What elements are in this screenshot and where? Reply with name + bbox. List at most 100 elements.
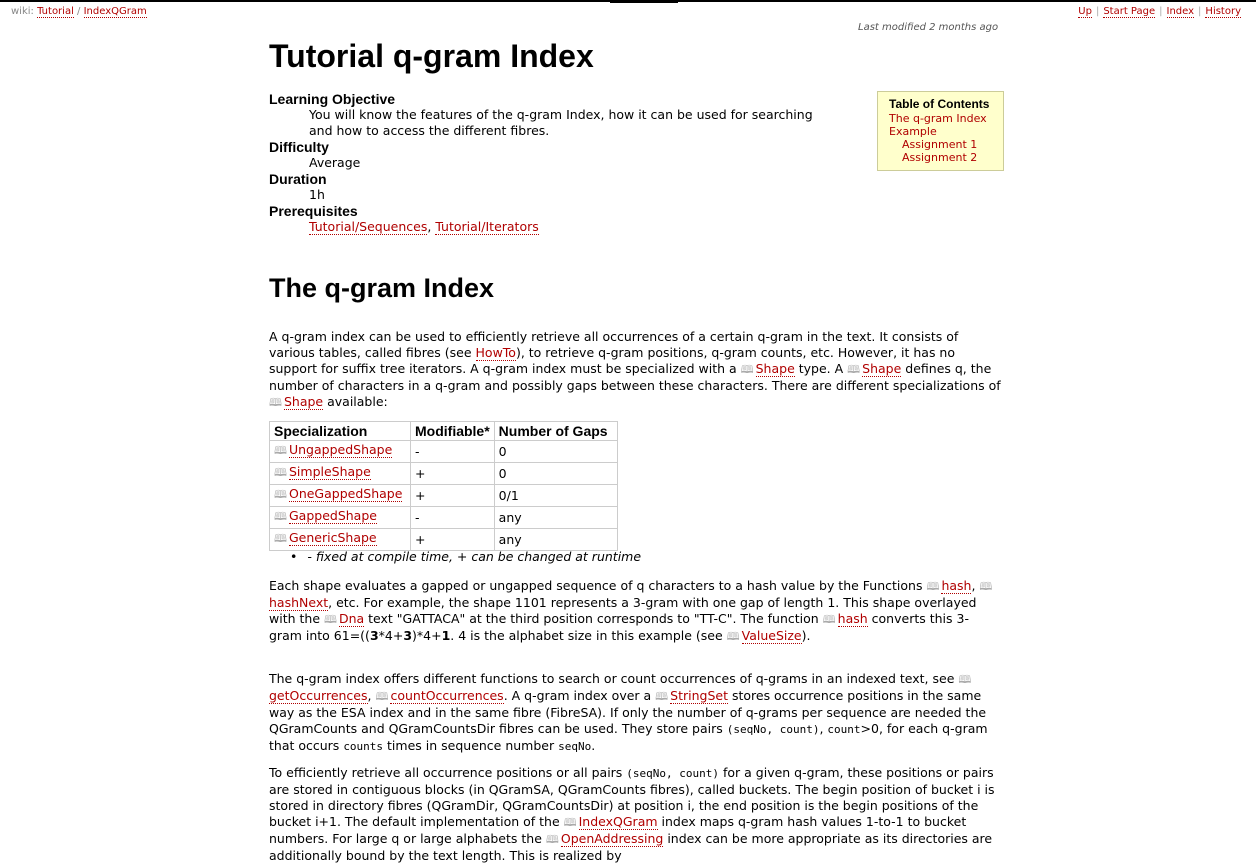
book-icon: 🕮 xyxy=(822,613,836,626)
table-cell: 🕮 GappedShape xyxy=(269,506,411,529)
book-icon: 🕮 xyxy=(726,630,740,643)
hashnext-link[interactable]: hashNext xyxy=(269,595,329,611)
breadcrumb-prefix: wiki: xyxy=(11,6,34,17)
main-content: Tutorial q-gram Index xyxy=(269,34,1005,78)
table-cell: + xyxy=(410,528,495,551)
book-icon: 🕮 xyxy=(979,580,993,593)
column-header: Number of Gaps xyxy=(493,421,618,441)
prerequisites-label: Prerequisites xyxy=(269,203,358,219)
nav-separator: | xyxy=(1095,6,1100,17)
text: ). xyxy=(801,628,811,643)
prereq-separator: , xyxy=(427,219,432,234)
nav-separator: | xyxy=(1159,6,1163,17)
onegappedshape-link[interactable]: OneGappedShape xyxy=(288,486,403,502)
table-row: 🕮 GenericShape + any xyxy=(269,528,618,551)
simpleshape-link[interactable]: SimpleShape xyxy=(288,464,371,480)
breadcrumb-indexqgram-link[interactable]: IndexQGram xyxy=(83,6,147,18)
prerequisites-value: Tutorial/Sequences, Tutorial/Iterators xyxy=(309,219,869,235)
book-icon: 🕮 xyxy=(847,363,861,376)
text: times in sequence number xyxy=(383,738,559,753)
book-icon: 🕮 xyxy=(323,613,337,626)
hash-link[interactable]: hash xyxy=(837,611,868,627)
nav-history-link[interactable]: History xyxy=(1205,6,1241,18)
table-header-row: Specialization Modifiable* Number of Gap… xyxy=(269,421,618,441)
shape-link[interactable]: Shape xyxy=(755,361,795,377)
toc-item-assignment-2[interactable]: Assignment 2 xyxy=(889,151,1003,164)
text: The q-gram index offers different functi… xyxy=(269,671,959,686)
duration-value: 1h xyxy=(309,187,325,202)
book-icon: 🕮 xyxy=(655,690,669,703)
objective-label: Learning Objective xyxy=(269,91,396,107)
code: count xyxy=(827,723,861,736)
howto-link[interactable]: HowTo xyxy=(475,345,516,361)
page-title: Tutorial q-gram Index xyxy=(269,38,594,74)
text: . 4 is the alphabet size in this example… xyxy=(450,628,727,643)
table-footnote: • - fixed at compile time, + can be chang… xyxy=(290,549,641,564)
table-cell: any xyxy=(493,528,618,551)
duration-label: Duration xyxy=(269,171,327,187)
table-cell: 0/1 xyxy=(493,484,618,507)
book-icon: 🕮 xyxy=(274,510,287,523)
book-icon: 🕮 xyxy=(274,466,287,479)
text: type. A xyxy=(794,361,848,376)
section-title: The q-gram Index xyxy=(269,273,495,303)
text: Each shape evaluates a gapped or ungappe… xyxy=(269,578,927,593)
table-cell: 0 xyxy=(493,440,618,463)
book-icon: 🕮 xyxy=(958,673,972,686)
book-icon: 🕮 xyxy=(545,833,559,846)
countoccurrences-link[interactable]: countOccurrences xyxy=(390,688,504,704)
shape-link[interactable]: Shape xyxy=(283,394,324,410)
indexqgram-link[interactable]: IndexQGram xyxy=(578,814,658,830)
breadcrumb: wiki: Tutorial / IndexQGram xyxy=(11,6,147,18)
text: text "GATTACA" at the third position cor… xyxy=(364,611,823,626)
bold-digit: 3 xyxy=(369,628,379,643)
shape-link[interactable]: Shape xyxy=(862,361,902,377)
tutorial-meta: Learning Objective You will know the fea… xyxy=(269,91,869,235)
paragraph-shapes: Each shape evaluates a gapped or ungappe… xyxy=(269,578,997,645)
valuesize-link[interactable]: ValueSize xyxy=(741,628,802,644)
dna-link[interactable]: Dna xyxy=(338,611,365,627)
paragraph-buckets: To efficiently retrieve all occurrence p… xyxy=(269,765,1007,864)
prereq-sequences-link[interactable]: Tutorial/Sequences xyxy=(309,219,428,235)
ungappedshape-link[interactable]: UngappedShape xyxy=(288,442,393,458)
nav-separator: | xyxy=(1198,6,1202,17)
table-cell: - xyxy=(410,506,495,529)
nav-index-link[interactable]: Index xyxy=(1166,6,1195,18)
table-cell: + xyxy=(410,484,495,507)
text: *4+ xyxy=(378,628,404,643)
bold-digit: 3 xyxy=(403,628,413,643)
nav-up-link[interactable]: Up xyxy=(1078,6,1092,18)
genericshape-link[interactable]: GenericShape xyxy=(288,530,377,546)
table-cell: - xyxy=(410,440,495,463)
stringset-link[interactable]: StringSet xyxy=(670,688,728,704)
nav-start-page-link[interactable]: Start Page xyxy=(1103,6,1156,18)
table-row: 🕮 SimpleShape + 0 xyxy=(269,462,618,485)
bold-digit: 1 xyxy=(441,628,451,643)
book-icon: 🕮 xyxy=(563,816,577,829)
table-cell: 🕮 SimpleShape xyxy=(269,462,411,485)
getoccurrences-link[interactable]: getOccurrences xyxy=(269,688,368,704)
difficulty-label: Difficulty xyxy=(269,139,329,155)
breadcrumb-tutorial-link[interactable]: Tutorial xyxy=(37,6,74,18)
table-cell: any xyxy=(493,506,618,529)
hash-link[interactable]: hash xyxy=(941,578,972,594)
toc-title: Table of Contents xyxy=(889,97,990,111)
table-cell: 🕮 GenericShape xyxy=(269,528,411,551)
paragraph-occurrences: The q-gram index offers different functi… xyxy=(269,671,1007,755)
bullet-icon: • xyxy=(290,549,298,564)
prereq-iterators-link[interactable]: Tutorial/Iterators xyxy=(435,219,539,235)
openaddressing-link[interactable]: OpenAddressing xyxy=(560,831,664,847)
toc-item-example[interactable]: Example xyxy=(889,125,1003,138)
breadcrumb-separator: / xyxy=(77,6,81,17)
book-icon: 🕮 xyxy=(375,690,389,703)
table-row: 🕮 OneGappedShape + 0/1 xyxy=(269,484,618,507)
text: To efficiently retrieve all occurrence p… xyxy=(269,765,627,780)
footnote-text: - fixed at compile time, + can be change… xyxy=(307,549,642,564)
table-cell: 🕮 UngappedShape xyxy=(269,440,411,463)
column-header: Modifiable* xyxy=(410,421,495,441)
gappedshape-link[interactable]: GappedShape xyxy=(288,508,377,524)
last-modified: Last modified 2 months ago xyxy=(858,22,999,33)
toc-item-assignment-1[interactable]: Assignment 1 xyxy=(889,138,1003,151)
toc-item-qgram-index[interactable]: The q-gram Index xyxy=(889,112,1003,125)
table-row: 🕮 GappedShape - any xyxy=(269,506,618,529)
